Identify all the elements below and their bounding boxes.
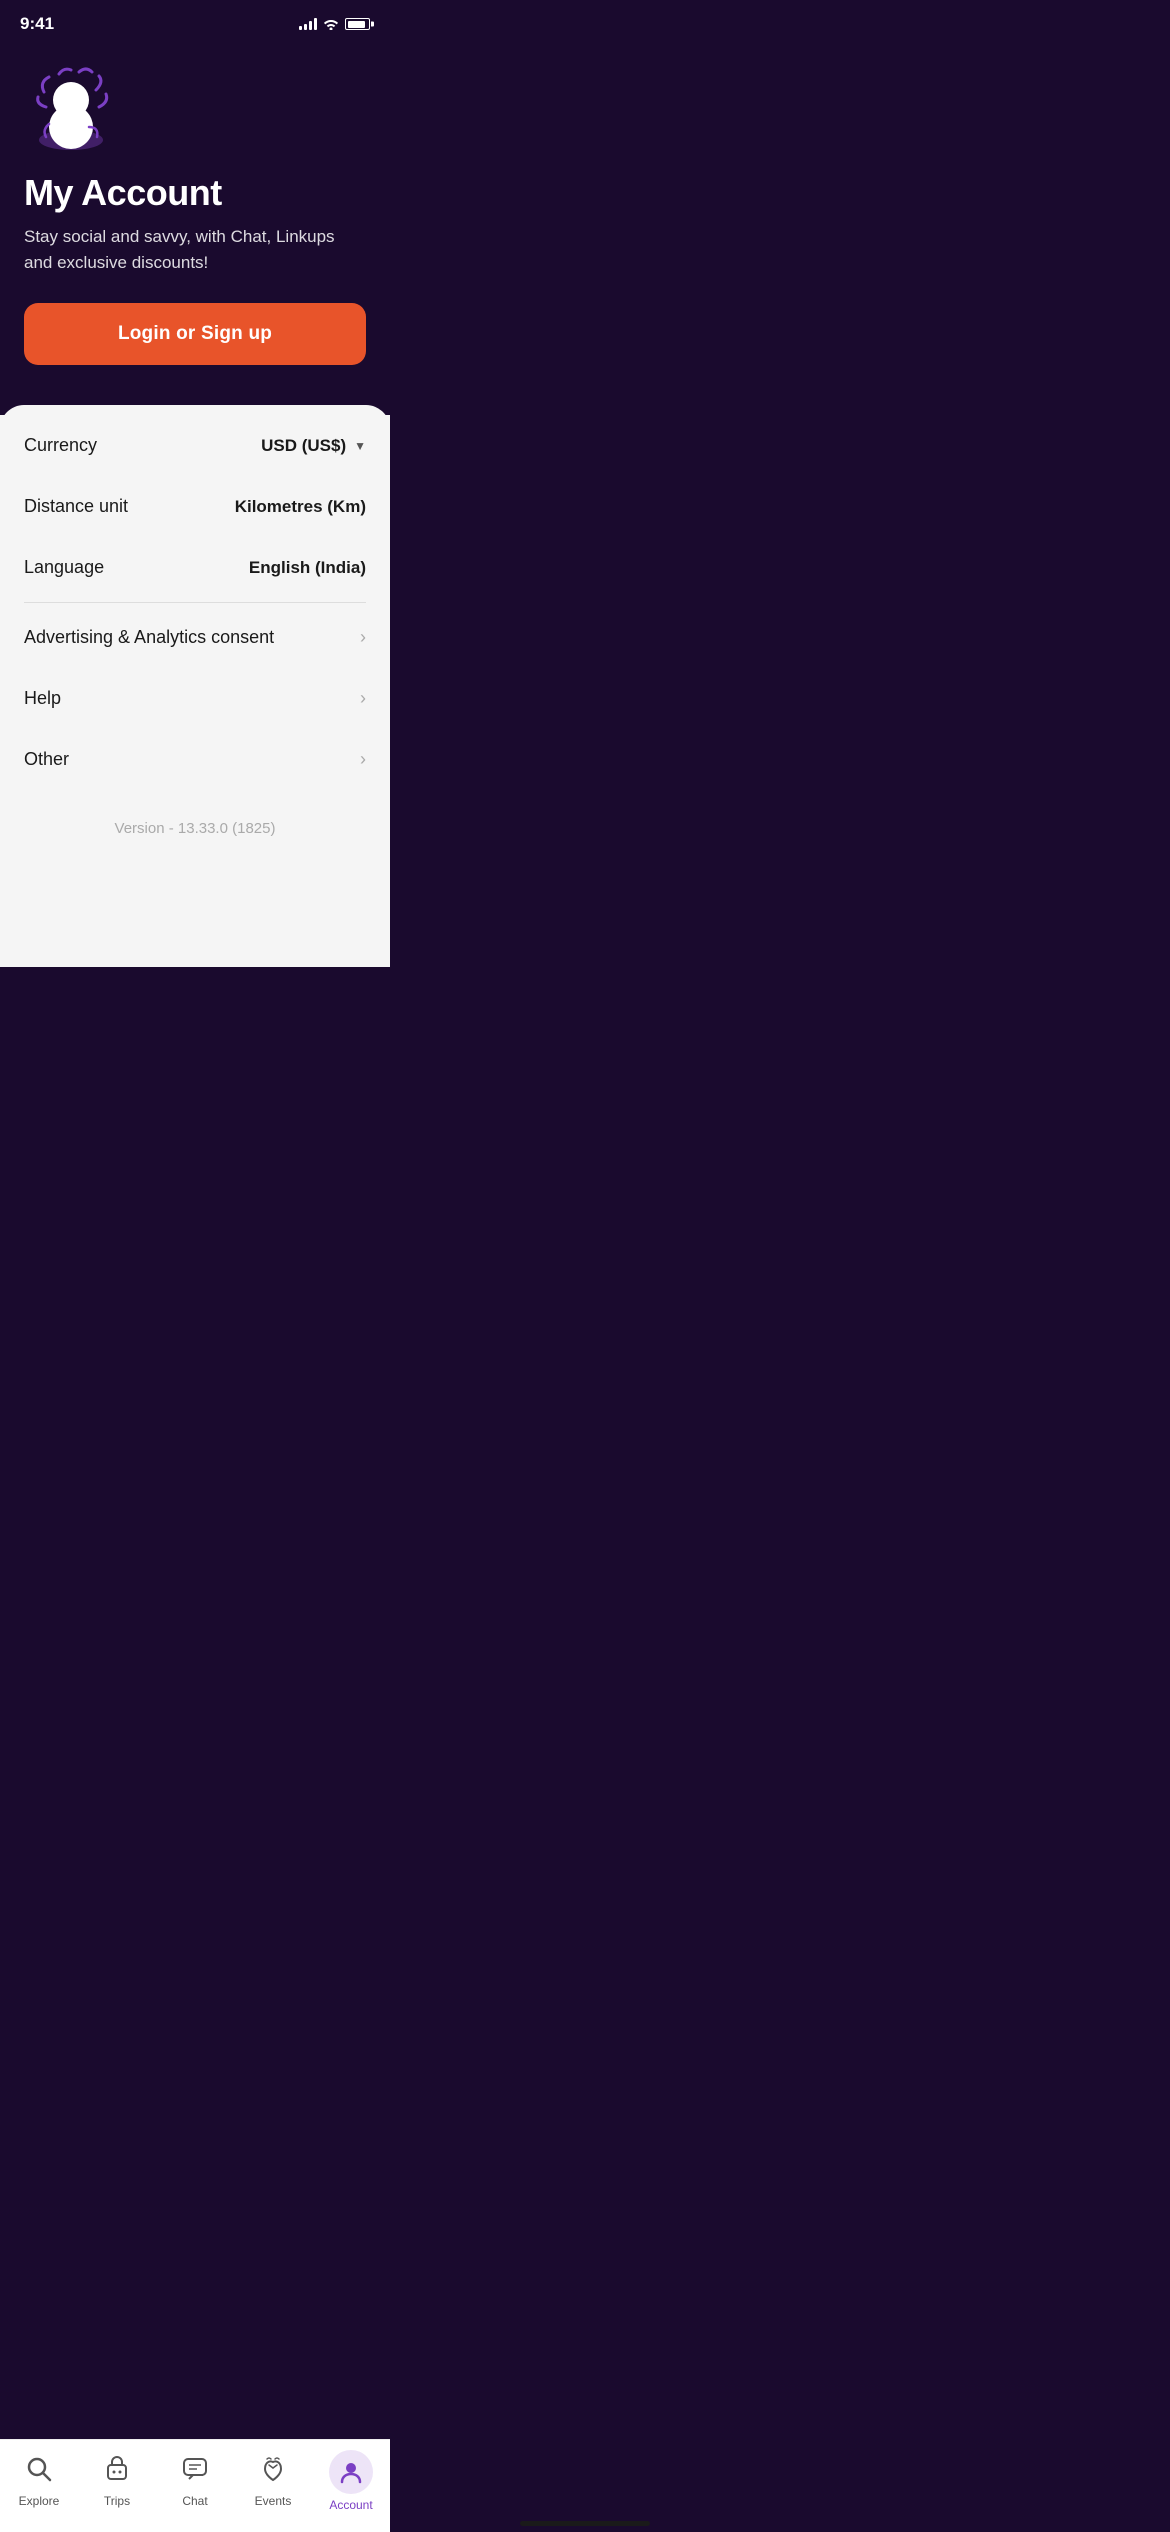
distance-value: Kilometres (Km): [235, 497, 366, 517]
account-active-bg: [329, 2450, 373, 2494]
status-icons: [299, 18, 370, 30]
chevron-right-icon: ›: [360, 627, 366, 648]
nav-events[interactable]: Events: [238, 2455, 308, 2508]
nav-chat[interactable]: Chat: [160, 2455, 230, 2508]
chevron-right-icon: ›: [360, 749, 366, 770]
language-label: Language: [24, 557, 104, 578]
home-indicator: [520, 2521, 650, 2526]
language-row[interactable]: Language English (India): [0, 537, 390, 598]
version-text: Version - 13.33.0 (1825): [0, 790, 390, 857]
login-signup-button[interactable]: Login or Sign up: [24, 303, 366, 365]
wifi-icon: [323, 18, 339, 30]
trips-label: Trips: [104, 2494, 130, 2508]
trips-icon: [103, 2455, 131, 2490]
avatar: [24, 62, 114, 152]
explore-label: Explore: [19, 2494, 60, 2508]
chat-icon: [181, 2455, 209, 2490]
currency-row[interactable]: Currency USD (US$) ▼: [0, 415, 390, 476]
nav-explore[interactable]: Explore: [4, 2455, 74, 2508]
language-value: English (India): [249, 558, 366, 578]
status-bar: 9:41: [0, 0, 390, 42]
events-label: Events: [255, 2494, 292, 2508]
other-label: Other: [24, 749, 69, 770]
nav-trips[interactable]: Trips: [82, 2455, 152, 2508]
page-title: My Account: [24, 172, 366, 214]
divider: [24, 602, 366, 603]
other-row[interactable]: Other ›: [0, 729, 390, 790]
settings-section: Currency USD (US$) ▼ Distance unit Kilom…: [0, 405, 390, 967]
dropdown-arrow-icon: ▼: [354, 439, 366, 453]
advertising-label: Advertising & Analytics consent: [24, 627, 274, 648]
account-label: Account: [329, 2498, 372, 2512]
nav-account[interactable]: Account: [316, 2450, 386, 2512]
battery-icon: [345, 18, 370, 30]
currency-label: Currency: [24, 435, 97, 456]
distance-label: Distance unit: [24, 496, 128, 517]
page-subtitle: Stay social and savvy, with Chat, Linkup…: [24, 224, 366, 275]
chat-label: Chat: [182, 2494, 207, 2508]
chevron-right-icon: ›: [360, 688, 366, 709]
explore-icon: [25, 2455, 53, 2490]
help-row[interactable]: Help ›: [0, 668, 390, 729]
help-label: Help: [24, 688, 61, 709]
events-icon: [259, 2455, 287, 2490]
header-section: My Account Stay social and savvy, with C…: [0, 42, 390, 405]
status-time: 9:41: [20, 14, 54, 34]
advertising-row[interactable]: Advertising & Analytics consent ›: [0, 607, 390, 668]
distance-unit-row[interactable]: Distance unit Kilometres (Km): [0, 476, 390, 537]
signal-icon: [299, 18, 317, 30]
currency-value: USD (US$) ▼: [261, 436, 366, 456]
bottom-nav: Explore Trips Chat: [0, 2439, 390, 2532]
